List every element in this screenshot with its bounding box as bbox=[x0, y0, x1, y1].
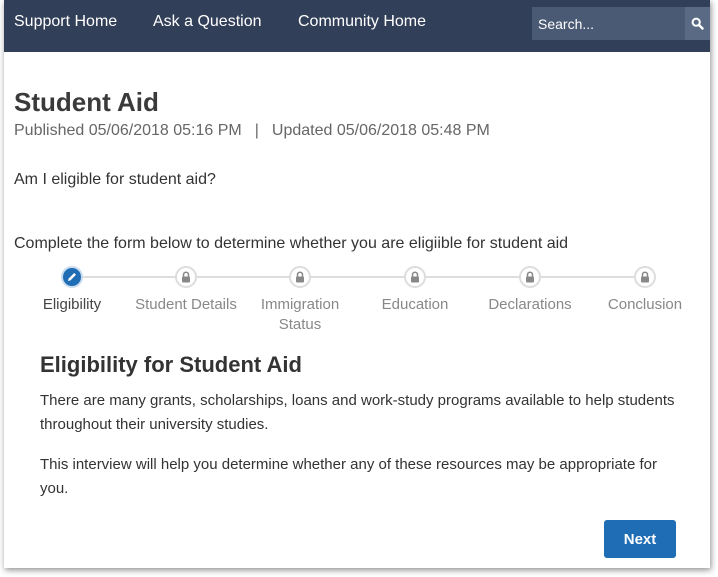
published-date: Published 05/06/2018 05:16 PM bbox=[14, 122, 242, 139]
section-title: Eligibility for Student Aid bbox=[40, 352, 302, 377]
step-label-eligibility[interactable]: Eligibility bbox=[17, 295, 127, 315]
lock-icon bbox=[296, 271, 304, 283]
step-label-immigration-status[interactable]: Immigration Status bbox=[245, 295, 355, 335]
lock-icon bbox=[526, 271, 534, 283]
step-label-declarations[interactable]: Declarations bbox=[475, 295, 585, 315]
page-title: Student Aid bbox=[14, 87, 159, 117]
step-node-declarations[interactable] bbox=[519, 266, 541, 288]
nav-ask-question[interactable]: Ask a Question bbox=[153, 13, 262, 31]
article-question: Am I eligible for student aid? bbox=[14, 171, 216, 188]
lock-icon bbox=[641, 271, 649, 283]
step-node-student-details[interactable] bbox=[175, 266, 197, 288]
updated-date: Updated 05/06/2018 05:48 PM bbox=[271, 122, 490, 139]
step-node-education[interactable] bbox=[404, 266, 426, 288]
step-label-conclusion[interactable]: Conclusion bbox=[590, 295, 700, 315]
form-instructions: Complete the form below to determine whe… bbox=[14, 235, 569, 252]
next-button[interactable]: Next bbox=[604, 520, 676, 558]
stepper-track bbox=[72, 276, 646, 278]
section-paragraph: This interview will help you determine w… bbox=[40, 456, 657, 497]
step-node-eligibility[interactable] bbox=[61, 266, 83, 288]
nav-support-home[interactable]: Support Home bbox=[14, 13, 117, 31]
top-nav: Support Home Ask a Question Community Ho… bbox=[4, 0, 710, 52]
article-meta: Published 05/06/2018 05:16 PM | Updated 05… bbox=[14, 122, 490, 140]
page-frame: Support Home Ask a Question Community Ho… bbox=[4, 0, 710, 568]
meta-separator: | bbox=[254, 122, 259, 139]
pencil-icon bbox=[68, 273, 76, 281]
search-button[interactable] bbox=[685, 7, 710, 40]
section-paragraph: There are many grants, scholarships, loa… bbox=[40, 392, 675, 433]
step-label-education[interactable]: Education bbox=[360, 295, 470, 315]
search-icon bbox=[691, 17, 704, 30]
step-node-conclusion[interactable] bbox=[634, 266, 656, 288]
lock-icon bbox=[411, 271, 419, 283]
step-label-student-details[interactable]: Student Details bbox=[131, 295, 241, 315]
step-node-immigration-status[interactable] bbox=[289, 266, 311, 288]
search-input[interactable] bbox=[532, 7, 685, 40]
nav-community-home[interactable]: Community Home bbox=[298, 13, 426, 31]
lock-icon bbox=[182, 271, 190, 283]
